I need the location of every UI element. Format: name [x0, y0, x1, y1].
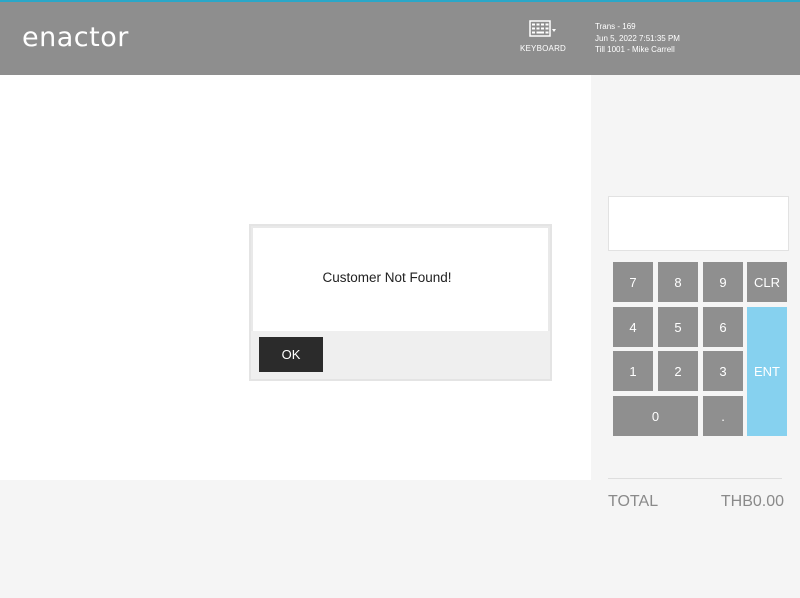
key-ent[interactable]: ENT — [747, 307, 787, 436]
key-dot[interactable]: . — [703, 396, 743, 436]
entry-display[interactable] — [608, 196, 789, 251]
header-bar: enactor KEYBOARD Trans - 169 Jun 5, 2022… — [0, 2, 800, 75]
key-4[interactable]: 4 — [613, 307, 653, 347]
total-label: TOTAL — [608, 493, 659, 510]
dialog-body: Customer Not Found! — [253, 228, 548, 331]
key-9[interactable]: 9 — [703, 262, 743, 302]
dialog-message: Customer Not Found! — [322, 270, 452, 285]
keyboard-button[interactable]: KEYBOARD — [516, 20, 570, 62]
key-1[interactable]: 1 — [613, 351, 653, 391]
key-0[interactable]: 0 — [613, 396, 698, 436]
total-divider — [608, 478, 782, 479]
enactor-logo: enactor — [22, 22, 129, 53]
logo-text: enactor — [22, 22, 129, 53]
message-dialog: Customer Not Found! OK — [249, 224, 552, 381]
till-operator: Till 1001 - Mike Carrell — [595, 45, 675, 54]
key-5[interactable]: 5 — [658, 307, 698, 347]
keyboard-label: KEYBOARD — [519, 44, 567, 53]
transaction-info: Trans - 169 Jun 5, 2022 7:51:35 PM Till … — [595, 21, 680, 56]
total-value: THB0.00 — [720, 493, 784, 510]
key-clr[interactable]: CLR — [747, 262, 787, 302]
right-panel: 7 8 9 CLR 4 5 6 ENT 1 2 3 0 . TOTAL THB0… — [591, 75, 800, 598]
key-7[interactable]: 7 — [613, 262, 653, 302]
trans-number: Trans - 169 — [595, 22, 636, 31]
dialog-footer: OK — [251, 331, 550, 379]
trans-datetime: Jun 5, 2022 7:51:35 PM — [595, 33, 680, 43]
key-6[interactable]: 6 — [703, 307, 743, 347]
key-8[interactable]: 8 — [658, 262, 698, 302]
keyboard-icon — [529, 20, 556, 37]
key-2[interactable]: 2 — [658, 351, 698, 391]
key-3[interactable]: 3 — [703, 351, 743, 391]
ok-button[interactable]: OK — [259, 337, 323, 372]
